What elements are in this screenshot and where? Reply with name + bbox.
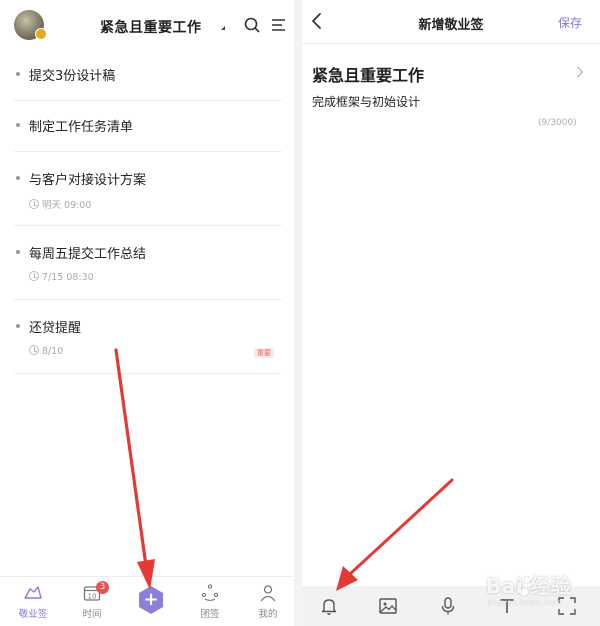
nav-label: 时间 — [82, 609, 102, 620]
bullet-icon — [16, 176, 20, 180]
nav-label: 敬业签 — [18, 609, 48, 620]
notes-icon — [24, 586, 42, 599]
chevron-right-icon[interactable] — [576, 66, 584, 78]
screen-divider — [294, 0, 302, 626]
nav-label: 团签 — [200, 609, 220, 620]
svg-text:10: 10 — [88, 593, 97, 601]
task-reminder: 8/10 — [29, 345, 63, 359]
bottom-nav: 敬业签 10 3 时间 + 团签 我的 — [0, 576, 294, 626]
nav-item-notes[interactable]: 敬业签 — [9, 583, 57, 620]
nav-item-time[interactable]: 10 3 时间 — [68, 581, 116, 620]
task-list: 提交3份设计稿 制定工作任务清单 与客户对接设计方案 明天 09:00 每周五提… — [0, 50, 294, 374]
note-body-input[interactable]: 完成框架与初始设计 — [312, 93, 420, 110]
char-count: (9/3000) — [538, 118, 577, 128]
watermark-subtext: jingyan.baidu.com — [488, 598, 562, 607]
image-icon[interactable] — [377, 595, 399, 617]
user-icon — [260, 585, 276, 602]
category-caret-icon[interactable] — [221, 26, 225, 30]
left-screen: 紧急且重要工作 提交3份设计稿 制定工作任务清单 与客户对接设计方案 明天 09… — [0, 0, 294, 626]
task-label: 制定工作任务清单 — [29, 120, 134, 135]
bullet-icon — [16, 250, 20, 254]
search-icon[interactable] — [244, 17, 260, 33]
task-reminder: 7/15 08:30 — [29, 271, 94, 285]
reminder-clock-icon — [29, 271, 39, 281]
nav-item-mine[interactable]: 我的 — [244, 583, 292, 620]
task-label: 还贷提醒 — [29, 321, 82, 336]
right-screen: 新增敬业签 保存 紧急且重要工作 完成框架与初始设计 (9/3000) — [302, 0, 600, 626]
nav-item-team[interactable]: 团签 — [186, 583, 234, 620]
category-title[interactable]: 紧急且重要工作 — [100, 17, 202, 37]
note-category-title[interactable]: 紧急且重要工作 — [312, 62, 424, 86]
avatar-badge-icon — [35, 28, 47, 40]
left-header: 紧急且重要工作 — [0, 0, 294, 50]
nav-label: 我的 — [258, 609, 278, 620]
save-button[interactable]: 保存 — [558, 14, 582, 31]
task-item[interactable]: 与客户对接设计方案 明天 09:00 — [14, 152, 282, 226]
reminder-clock-icon — [29, 345, 39, 355]
add-plus-icon[interactable]: + — [136, 585, 166, 615]
task-reminder: 明天 09:00 — [29, 197, 91, 211]
task-label: 提交3份设计稿 — [29, 69, 116, 84]
bullet-icon — [16, 72, 20, 76]
task-item[interactable]: 每周五提交工作总结 7/15 08:30 — [14, 226, 282, 300]
task-item[interactable]: 制定工作任务清单 — [14, 101, 282, 152]
task-label: 与客户对接设计方案 — [29, 173, 147, 188]
time-badge: 3 — [96, 581, 109, 594]
reminder-time: 7/15 08:30 — [42, 272, 94, 283]
reminder-time: 8/10 — [42, 346, 64, 357]
bullet-icon — [16, 324, 20, 328]
bullet-icon — [16, 123, 20, 127]
important-tag: 重要 — [254, 348, 274, 358]
page-title: 新增敬业签 — [418, 18, 484, 33]
reminder-time: 明天 09:00 — [42, 200, 92, 211]
team-icon — [201, 584, 219, 602]
task-item[interactable]: 提交3份设计稿 — [14, 50, 282, 101]
header-divider — [302, 43, 600, 44]
watermark-text: Bai 经验 — [486, 574, 572, 598]
task-label: 每周五提交工作总结 — [29, 247, 147, 262]
task-item[interactable]: 还贷提醒 8/10 重要 — [14, 300, 282, 374]
menu-icon[interactable] — [271, 18, 286, 32]
mic-icon[interactable] — [437, 595, 459, 617]
reminder-clock-icon — [29, 199, 39, 209]
bell-icon[interactable] — [318, 595, 340, 617]
